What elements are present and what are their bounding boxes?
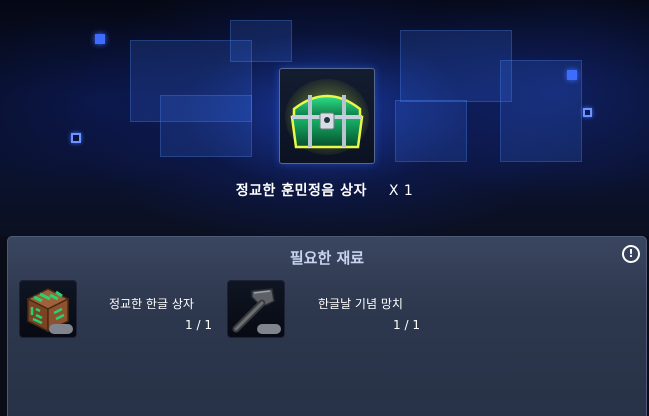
material-count: 1 / 1: [393, 318, 420, 332]
glow-square: [567, 70, 577, 80]
crafting-window: 정교한 훈민정음 상자 X 1 필요한 재료 ! 정교한 한글 상자 1 / 1: [0, 0, 649, 416]
material-count: 1 / 1: [185, 318, 212, 332]
background-tile: [400, 30, 512, 102]
material-name: 한글날 기념 망치: [318, 297, 403, 311]
background-tile: [230, 20, 292, 62]
background-tile: [395, 100, 467, 162]
glow-square: [95, 34, 105, 44]
glow-square: [71, 133, 81, 143]
reward-banner: 정교한 훈민정음 상자 X 1: [0, 0, 649, 236]
info-icon[interactable]: !: [622, 245, 640, 263]
green-treasure-chest-icon: [285, 79, 369, 155]
reward-item-slot[interactable]: [279, 68, 375, 164]
reward-quantity: X 1: [388, 183, 414, 199]
material-badge: [49, 324, 73, 334]
material-slot-crate[interactable]: [19, 280, 77, 338]
material-name: 정교한 한글 상자: [109, 297, 194, 311]
background-tile: [160, 95, 252, 157]
glow-square: [583, 108, 592, 117]
panel-title: 필요한 재료: [289, 249, 365, 267]
material-slot-hammer[interactable]: [227, 280, 285, 338]
reward-name: 정교한 훈민정음 상자: [235, 183, 367, 199]
material-badge: [257, 324, 281, 334]
required-materials-panel: 필요한 재료 ! 정교한 한글 상자 1 / 1 한글날 기념 망치 1 / 1: [7, 236, 647, 416]
reward-title: 정교한 훈민정음 상자 X 1: [0, 180, 649, 200]
